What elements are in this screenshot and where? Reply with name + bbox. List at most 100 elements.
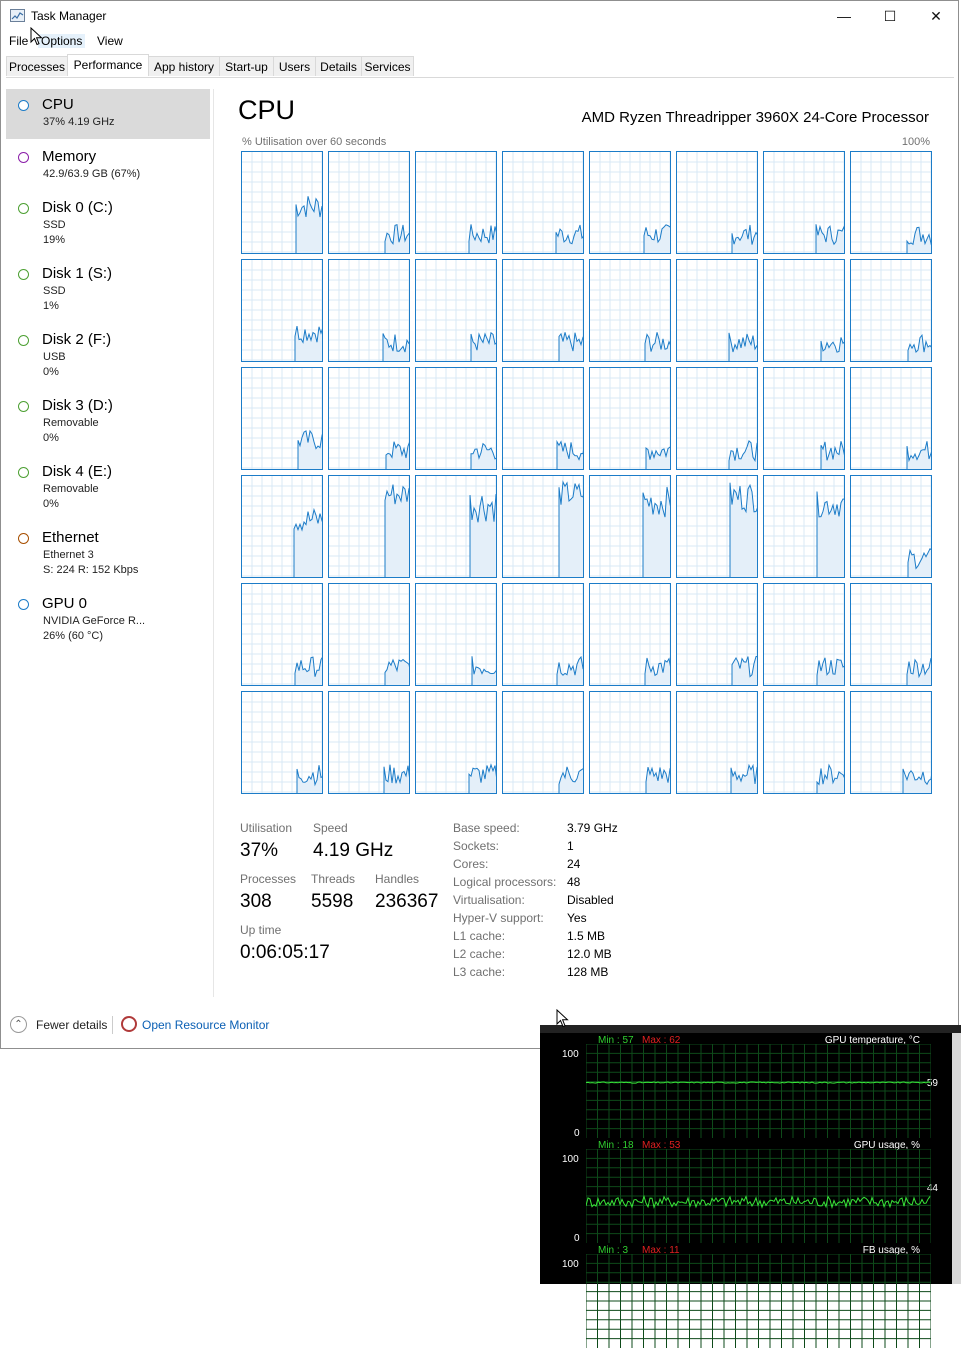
utilisation-value: 37%: [240, 840, 279, 861]
tab-processes[interactable]: Processes: [6, 56, 68, 76]
logical-processor-graph: [241, 691, 323, 794]
gpu-monitor-panel: Min : 18 Max : 53 GPU usage, % 100 0 44: [552, 1137, 952, 1244]
logical-processor-graph: [589, 367, 671, 470]
spec-value: Disabled: [567, 893, 614, 907]
status-circle-icon: [18, 401, 29, 412]
menu-file[interactable]: File: [6, 34, 31, 48]
tab-services[interactable]: Services: [361, 56, 414, 76]
tab-performance[interactable]: Performance: [67, 54, 149, 76]
sidebar-item-detail: 26% (60 °C): [43, 630, 104, 642]
spec-label: Virtualisation:: [453, 893, 525, 907]
sidebar-item-detail: SSD: [43, 219, 66, 231]
sidebar-item-detail: 0%: [43, 366, 59, 378]
logical-processor-graph: [502, 151, 584, 254]
status-circle-icon: [18, 599, 29, 610]
logical-processor-graph: [328, 691, 410, 794]
graph-max-label: 100%: [901, 136, 930, 148]
threads-label: Threads: [311, 872, 356, 886]
sidebar-item-title: Disk 4 (E:): [42, 463, 113, 480]
gpu-monitor-scrollbar[interactable]: [952, 1033, 961, 1284]
graph-caption: % Utilisation over 60 seconds: [242, 136, 387, 148]
sidebar-item-disk-2-f[interactable]: Disk 2 (F:) USB 0%: [6, 324, 210, 388]
menu-options[interactable]: Options: [38, 34, 86, 48]
gpu-monitor-window: Min : 57 Max : 62 GPU temperature, °C 100 0 5…: [540, 1025, 961, 1348]
processes-label: Processes: [240, 872, 297, 886]
close-button[interactable]: ✕: [913, 1, 959, 31]
sidebar-item-cpu[interactable]: CPU 37% 4.19 GHz: [6, 89, 210, 139]
logical-processor-graph: [589, 691, 671, 794]
logical-processor-graph: [850, 367, 932, 470]
minimize-button[interactable]: —: [821, 1, 867, 31]
logical-processor-graph: [328, 259, 410, 362]
gpu-panel-plot: [586, 1044, 931, 1138]
chevron-up-icon[interactable]: ⌃: [10, 1016, 27, 1033]
logical-processor-graph: [589, 475, 671, 578]
sidebar-item-title: Memory: [42, 148, 97, 165]
status-circle-icon: [18, 269, 29, 280]
sidebar-item-title: Disk 1 (S:): [42, 265, 113, 282]
sidebar-item-title: Disk 0 (C:): [42, 199, 113, 216]
logical-processor-graph: [763, 475, 845, 578]
spec-value: Yes: [567, 911, 587, 925]
logical-processor-graph: [763, 259, 845, 362]
spec-value: 12.0 MB: [567, 947, 612, 961]
tab-app-history[interactable]: App history: [148, 56, 220, 76]
task-manager-icon: [10, 9, 25, 22]
spec-value: 3.79 GHz: [567, 821, 618, 835]
open-resource-monitor-link[interactable]: Open Resource Monitor: [142, 1018, 269, 1032]
status-circle-icon: [18, 152, 29, 163]
sidebar-item-detail: NVIDIA GeForce R...: [43, 615, 146, 627]
tab-users[interactable]: Users: [273, 56, 316, 76]
sidebar-item-disk-0-c[interactable]: Disk 0 (C:) SSD 19%: [6, 192, 210, 256]
speed-value: 4.19 GHz: [313, 840, 394, 861]
sidebar-item-detail: 0%: [43, 432, 59, 444]
maximize-button[interactable]: ☐: [867, 1, 913, 31]
logical-processor-graph: [850, 475, 932, 578]
spec-value: 48: [567, 875, 581, 889]
spec-value: 24: [567, 857, 581, 871]
sidebar-item-memory[interactable]: Memory 42.9/63.9 GB (67%): [6, 141, 210, 191]
title-bar[interactable]: Task Manager — ☐ ✕: [1, 1, 958, 31]
gpu-monitor-panel: Min : 57 Max : 62 GPU temperature, °C 100 0 5…: [552, 1032, 952, 1139]
speed-label: Speed: [313, 821, 348, 835]
sidebar-item-detail: S: 224 R: 152 Kbps: [43, 564, 139, 576]
sidebar-item-detail: SSD: [43, 285, 66, 297]
tab-start-up[interactable]: Start-up: [219, 56, 274, 76]
spec-value: 1: [567, 839, 574, 853]
fewer-details-button[interactable]: Fewer details: [36, 1018, 107, 1032]
cpu-model-name: AMD Ryzen Threadripper 3960X 24-Core Pro…: [581, 109, 929, 126]
logical-processor-graph: [850, 691, 932, 794]
logical-processor-graph: [850, 151, 932, 254]
sidebar-divider: [213, 89, 214, 997]
sidebar-item-disk-4-e[interactable]: Disk 4 (E:) Removable 0%: [6, 456, 210, 520]
mouse-cursor-icon: [556, 1009, 569, 1028]
menu-view[interactable]: View: [94, 34, 126, 48]
logical-processor-graph: [328, 151, 410, 254]
logical-processor-graph: [241, 583, 323, 686]
logical-processor-graph: [763, 151, 845, 254]
logical-processor-graph: [502, 691, 584, 794]
threads-value: 5598: [311, 891, 354, 912]
sidebar-item-title: Ethernet: [42, 529, 99, 546]
gpu-panel-ymax: 100: [562, 1259, 579, 1270]
logical-processor-graph: [241, 151, 323, 254]
spec-label: L3 cache:: [453, 965, 506, 979]
sidebar-item-detail: 0%: [43, 498, 59, 510]
task-manager-window: Task Manager — ☐ ✕ File Options View Pro…: [0, 0, 959, 1049]
logical-processor-graph: [763, 583, 845, 686]
sidebar-item-gpu-0[interactable]: GPU 0 NVIDIA GeForce R... 26% (60 °C): [6, 588, 210, 642]
sidebar-item-disk-3-d[interactable]: Disk 3 (D:) Removable 0%: [6, 390, 210, 454]
tab-strip: Processes Performance App history Start-…: [6, 54, 954, 78]
spec-label: Logical processors:: [453, 875, 557, 889]
status-circle-icon: [18, 467, 29, 478]
sidebar-item-title: GPU 0: [42, 595, 88, 612]
sidebar-item-detail: 1%: [43, 300, 59, 312]
gpu-panel-ymax: 100: [562, 1154, 579, 1165]
sidebar-item-disk-1-s[interactable]: Disk 1 (S:) SSD 1%: [6, 258, 210, 322]
logical-processor-graph: [502, 259, 584, 362]
minimize-icon: —: [837, 8, 851, 24]
logical-processor-graph: [328, 367, 410, 470]
logical-processor-graph: [415, 583, 497, 686]
sidebar-item-ethernet[interactable]: Ethernet Ethernet 3 S: 224 R: 152 Kbps: [6, 522, 210, 586]
tab-details[interactable]: Details: [315, 56, 362, 76]
